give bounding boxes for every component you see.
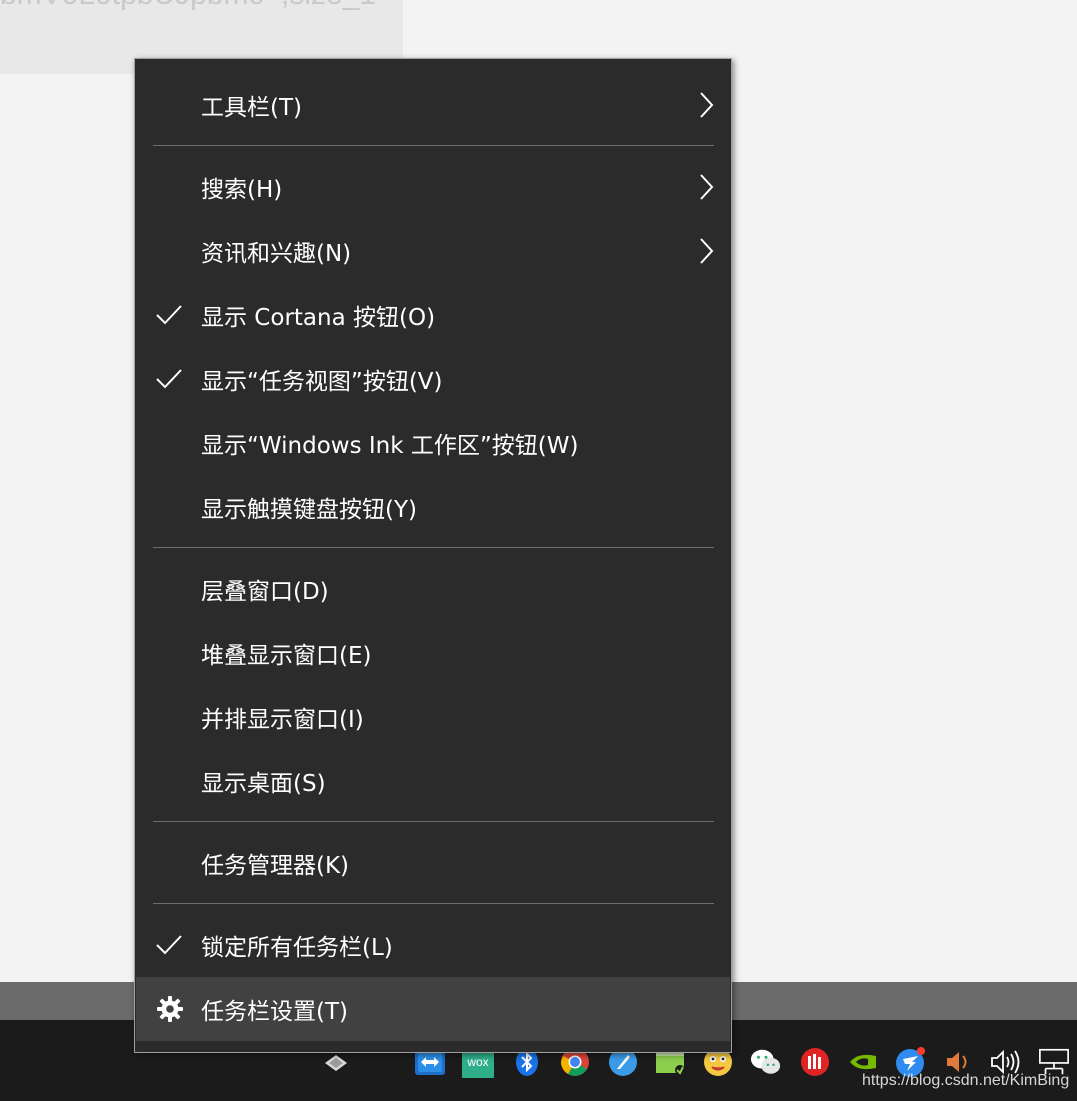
- menu-item-stack-windows[interactable]: 堆叠显示窗口(E): [136, 621, 730, 685]
- menu-separator: [153, 145, 714, 146]
- menu-item-label: 搜索(H): [201, 177, 283, 203]
- menu-item-news-interests[interactable]: 资讯和兴趣(N): [136, 219, 730, 283]
- menu-separator: [153, 903, 714, 904]
- menu-item-taskbar-settings[interactable]: 任务栏设置(T): [136, 977, 730, 1041]
- menu-item-label: 任务管理器(K): [201, 853, 350, 879]
- menu-item-toolbars[interactable]: 工具栏(T): [136, 73, 730, 137]
- chevron-right-icon: [700, 174, 714, 200]
- gear-icon: [157, 996, 183, 1022]
- menu-item-label: 锁定所有任务栏(L): [201, 935, 393, 961]
- menu-item-label: 资讯和兴趣(N): [201, 241, 352, 267]
- menu-item-label: 任务栏设置(T): [201, 999, 348, 1025]
- menu-item-side-by-side-windows[interactable]: 并排显示窗口(I): [136, 685, 730, 749]
- menu-item-lock-taskbars[interactable]: 锁定所有任务栏(L): [136, 913, 730, 977]
- menu-item-label: 显示 Cortana 按钮(O): [201, 305, 436, 331]
- menu-item-show-windows-ink-button[interactable]: 显示“Windows Ink 工作区”按钮(W): [136, 411, 730, 475]
- background-partial-text: bmV0L0tpbUJpbmc=,size_1: [0, 0, 376, 12]
- menu-item-label: 显示桌面(S): [201, 771, 326, 797]
- checkmark-icon: [156, 305, 182, 325]
- taskbar-context-menu: 工具栏(T) 搜索(H) 资讯和兴趣(N) 显示 Cortana 按钮(O) 显…: [134, 58, 732, 1053]
- menu-item-show-cortana-button[interactable]: 显示 Cortana 按钮(O): [136, 283, 730, 347]
- wechat-icon[interactable]: [750, 1046, 782, 1078]
- menu-item-cascade-windows[interactable]: 层叠窗口(D): [136, 557, 730, 621]
- menu-separator: [153, 821, 714, 822]
- checkmark-icon: [156, 369, 182, 389]
- menu-item-label: 并排显示窗口(I): [201, 707, 364, 733]
- menu-separator: [153, 547, 714, 548]
- chevron-right-icon: [700, 238, 714, 264]
- chevron-right-icon: [700, 92, 714, 118]
- menu-item-search[interactable]: 搜索(H): [136, 155, 730, 219]
- menu-item-show-desktop[interactable]: 显示桌面(S): [136, 749, 730, 813]
- menu-item-label: 工具栏(T): [201, 95, 302, 121]
- wox-icon-label: wox: [467, 1055, 489, 1069]
- menu-item-show-touch-keyboard-button[interactable]: 显示触摸键盘按钮(Y): [136, 475, 730, 539]
- red-app-icon[interactable]: [799, 1046, 831, 1078]
- menu-item-show-task-view-button[interactable]: 显示“任务视图”按钮(V): [136, 347, 730, 411]
- watermark-url: https://blog.csdn.net/KimBing: [862, 1072, 1070, 1089]
- menu-item-label: 堆叠显示窗口(E): [201, 643, 372, 669]
- menu-item-task-manager[interactable]: 任务管理器(K): [136, 831, 730, 895]
- checkmark-icon: [156, 935, 182, 955]
- menu-item-label: 显示“任务视图”按钮(V): [201, 369, 443, 395]
- menu-item-label: 层叠窗口(D): [201, 579, 329, 605]
- menu-item-label: 显示“Windows Ink 工作区”按钮(W): [201, 433, 579, 459]
- menu-item-label: 显示触摸键盘按钮(Y): [201, 497, 417, 523]
